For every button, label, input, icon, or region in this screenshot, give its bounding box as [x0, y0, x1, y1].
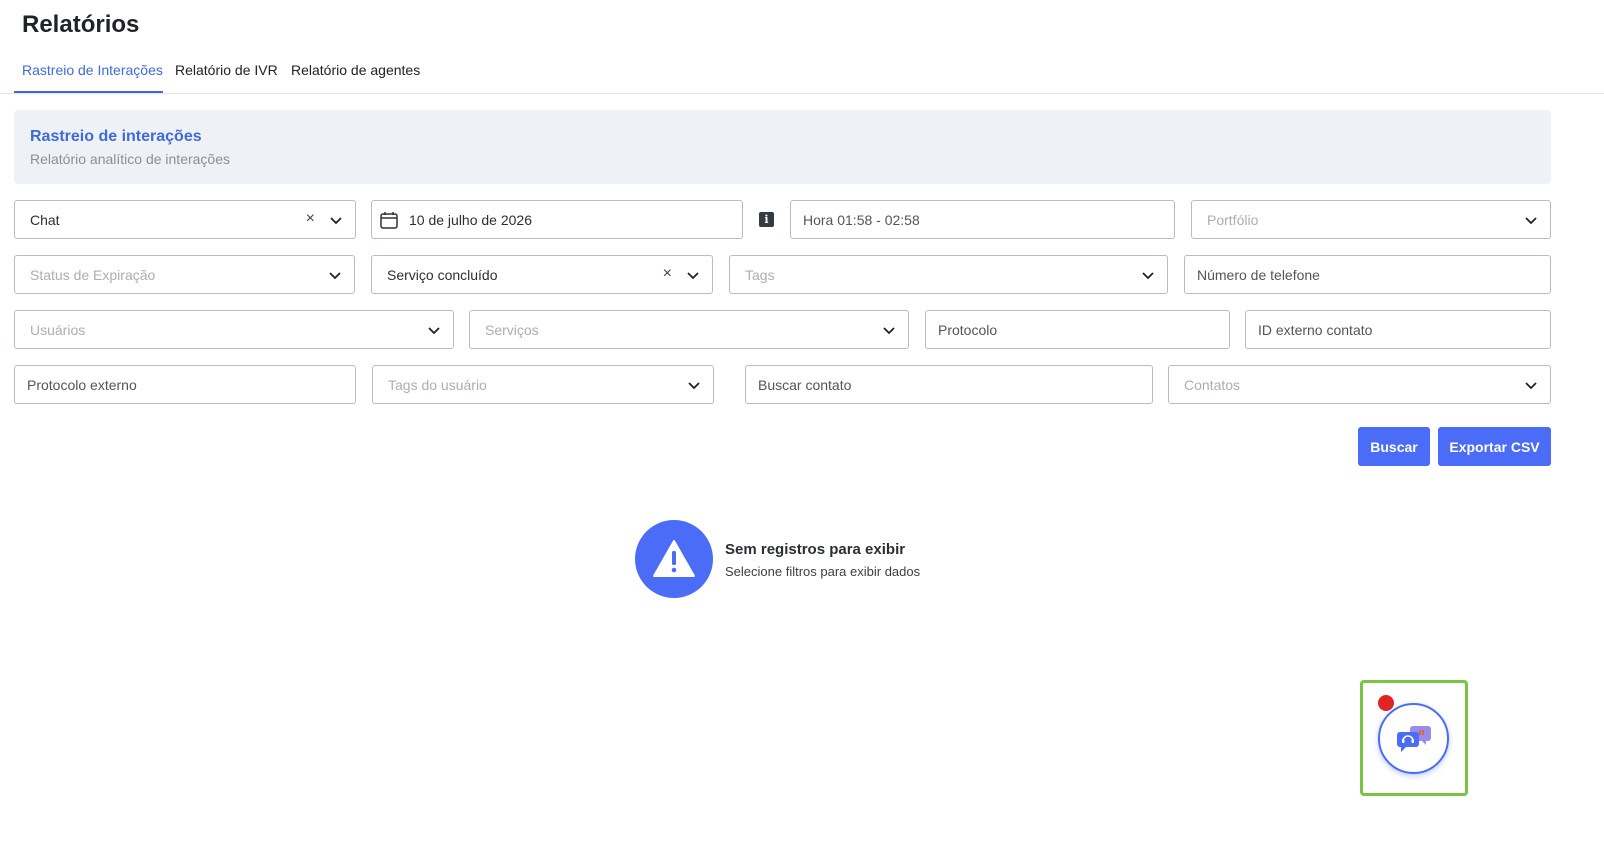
chat-widget-button[interactable] — [1378, 703, 1449, 774]
user-tags-placeholder: Tags do usuário — [388, 376, 487, 393]
channel-select-value: Chat — [30, 211, 60, 228]
chevron-down-icon[interactable] — [882, 323, 896, 337]
contacts-placeholder: Contatos — [1184, 376, 1241, 393]
channel-select[interactable]: Chat × — [14, 200, 356, 239]
users-placeholder: Usuários — [30, 321, 86, 338]
chevron-down-icon[interactable] — [1524, 378, 1538, 392]
tags-select[interactable]: Tags — [729, 255, 1168, 294]
protocol-input-value: Protocolo — [938, 321, 998, 338]
tab-relatorio-agentes[interactable]: Relatório de agentes — [291, 62, 420, 78]
phone-input-value: Número de telefone — [1197, 266, 1320, 283]
user-tags-select[interactable]: Tags do usuário — [372, 365, 714, 404]
support-chat-icon — [1396, 725, 1431, 752]
export-csv-button[interactable]: Exportar CSV — [1438, 427, 1551, 466]
external-contact-id-input[interactable]: ID externo contato — [1245, 310, 1551, 349]
hour-range-input[interactable]: Hora 01:58 - 02:58 — [790, 200, 1175, 239]
notification-dot — [1378, 695, 1394, 711]
expiration-status-select[interactable]: Status de Expiração — [14, 255, 355, 294]
empty-state-title: Sem registros para exibir — [725, 541, 906, 558]
tab-rastreio-interacoes[interactable]: Rastreio de Interações — [22, 62, 163, 78]
clear-icon[interactable]: × — [306, 210, 315, 228]
contacts-select[interactable]: Contatos — [1168, 365, 1551, 404]
service-status-value: Serviço concluído — [387, 266, 498, 283]
external-protocol-input[interactable]: Protocolo externo — [14, 365, 356, 404]
chevron-down-icon[interactable] — [427, 323, 441, 337]
services-select[interactable]: Serviços — [469, 310, 909, 349]
chevron-down-icon[interactable] — [1141, 268, 1155, 282]
chevron-down-icon[interactable] — [329, 213, 343, 227]
services-placeholder: Serviços — [485, 321, 539, 338]
clear-icon[interactable]: × — [663, 265, 672, 283]
date-picker-value: 10 de julho de 2026 — [409, 211, 532, 228]
report-subtitle: Relatório analítico de interações — [30, 151, 231, 167]
users-select[interactable]: Usuários — [14, 310, 454, 349]
info-icon[interactable]: i — [759, 212, 774, 227]
chevron-down-icon[interactable] — [328, 268, 342, 282]
active-tab-indicator — [14, 91, 163, 93]
portfolio-placeholder: Portfólio — [1207, 211, 1259, 228]
search-contact-value: Buscar contato — [758, 376, 852, 393]
protocol-input[interactable]: Protocolo — [925, 310, 1230, 349]
warning-triangle-icon — [635, 520, 713, 598]
tab-bar: Rastreio de Interações Relatório de IVR … — [0, 52, 1604, 94]
report-header-card: Rastreio de interações Relatório analíti… — [14, 110, 1551, 184]
page-title: Relatórios — [22, 11, 140, 38]
external-contact-id-value: ID externo contato — [1258, 321, 1373, 338]
empty-state-subtitle: Selecione filtros para exibir dados — [725, 564, 921, 579]
date-picker[interactable]: 10 de julho de 2026 — [371, 200, 743, 239]
portfolio-select[interactable]: Portfólio — [1191, 200, 1551, 239]
phone-input[interactable]: Número de telefone — [1184, 255, 1551, 294]
service-status-select[interactable]: Serviço concluído × — [371, 255, 713, 294]
expiration-status-placeholder: Status de Expiração — [30, 266, 156, 283]
chevron-down-icon[interactable] — [687, 378, 701, 392]
hour-range-value: Hora 01:58 - 02:58 — [803, 211, 920, 228]
report-title: Rastreio de interações — [30, 128, 202, 145]
tags-placeholder: Tags — [745, 266, 775, 283]
tab-relatorio-ivr[interactable]: Relatório de IVR — [175, 62, 278, 78]
search-button[interactable]: Buscar — [1358, 427, 1430, 466]
calendar-icon[interactable] — [379, 210, 399, 230]
chevron-down-icon[interactable] — [1524, 213, 1538, 227]
chevron-down-icon[interactable] — [686, 268, 700, 282]
external-protocol-value: Protocolo externo — [27, 376, 137, 393]
search-contact-input[interactable]: Buscar contato — [745, 365, 1153, 404]
